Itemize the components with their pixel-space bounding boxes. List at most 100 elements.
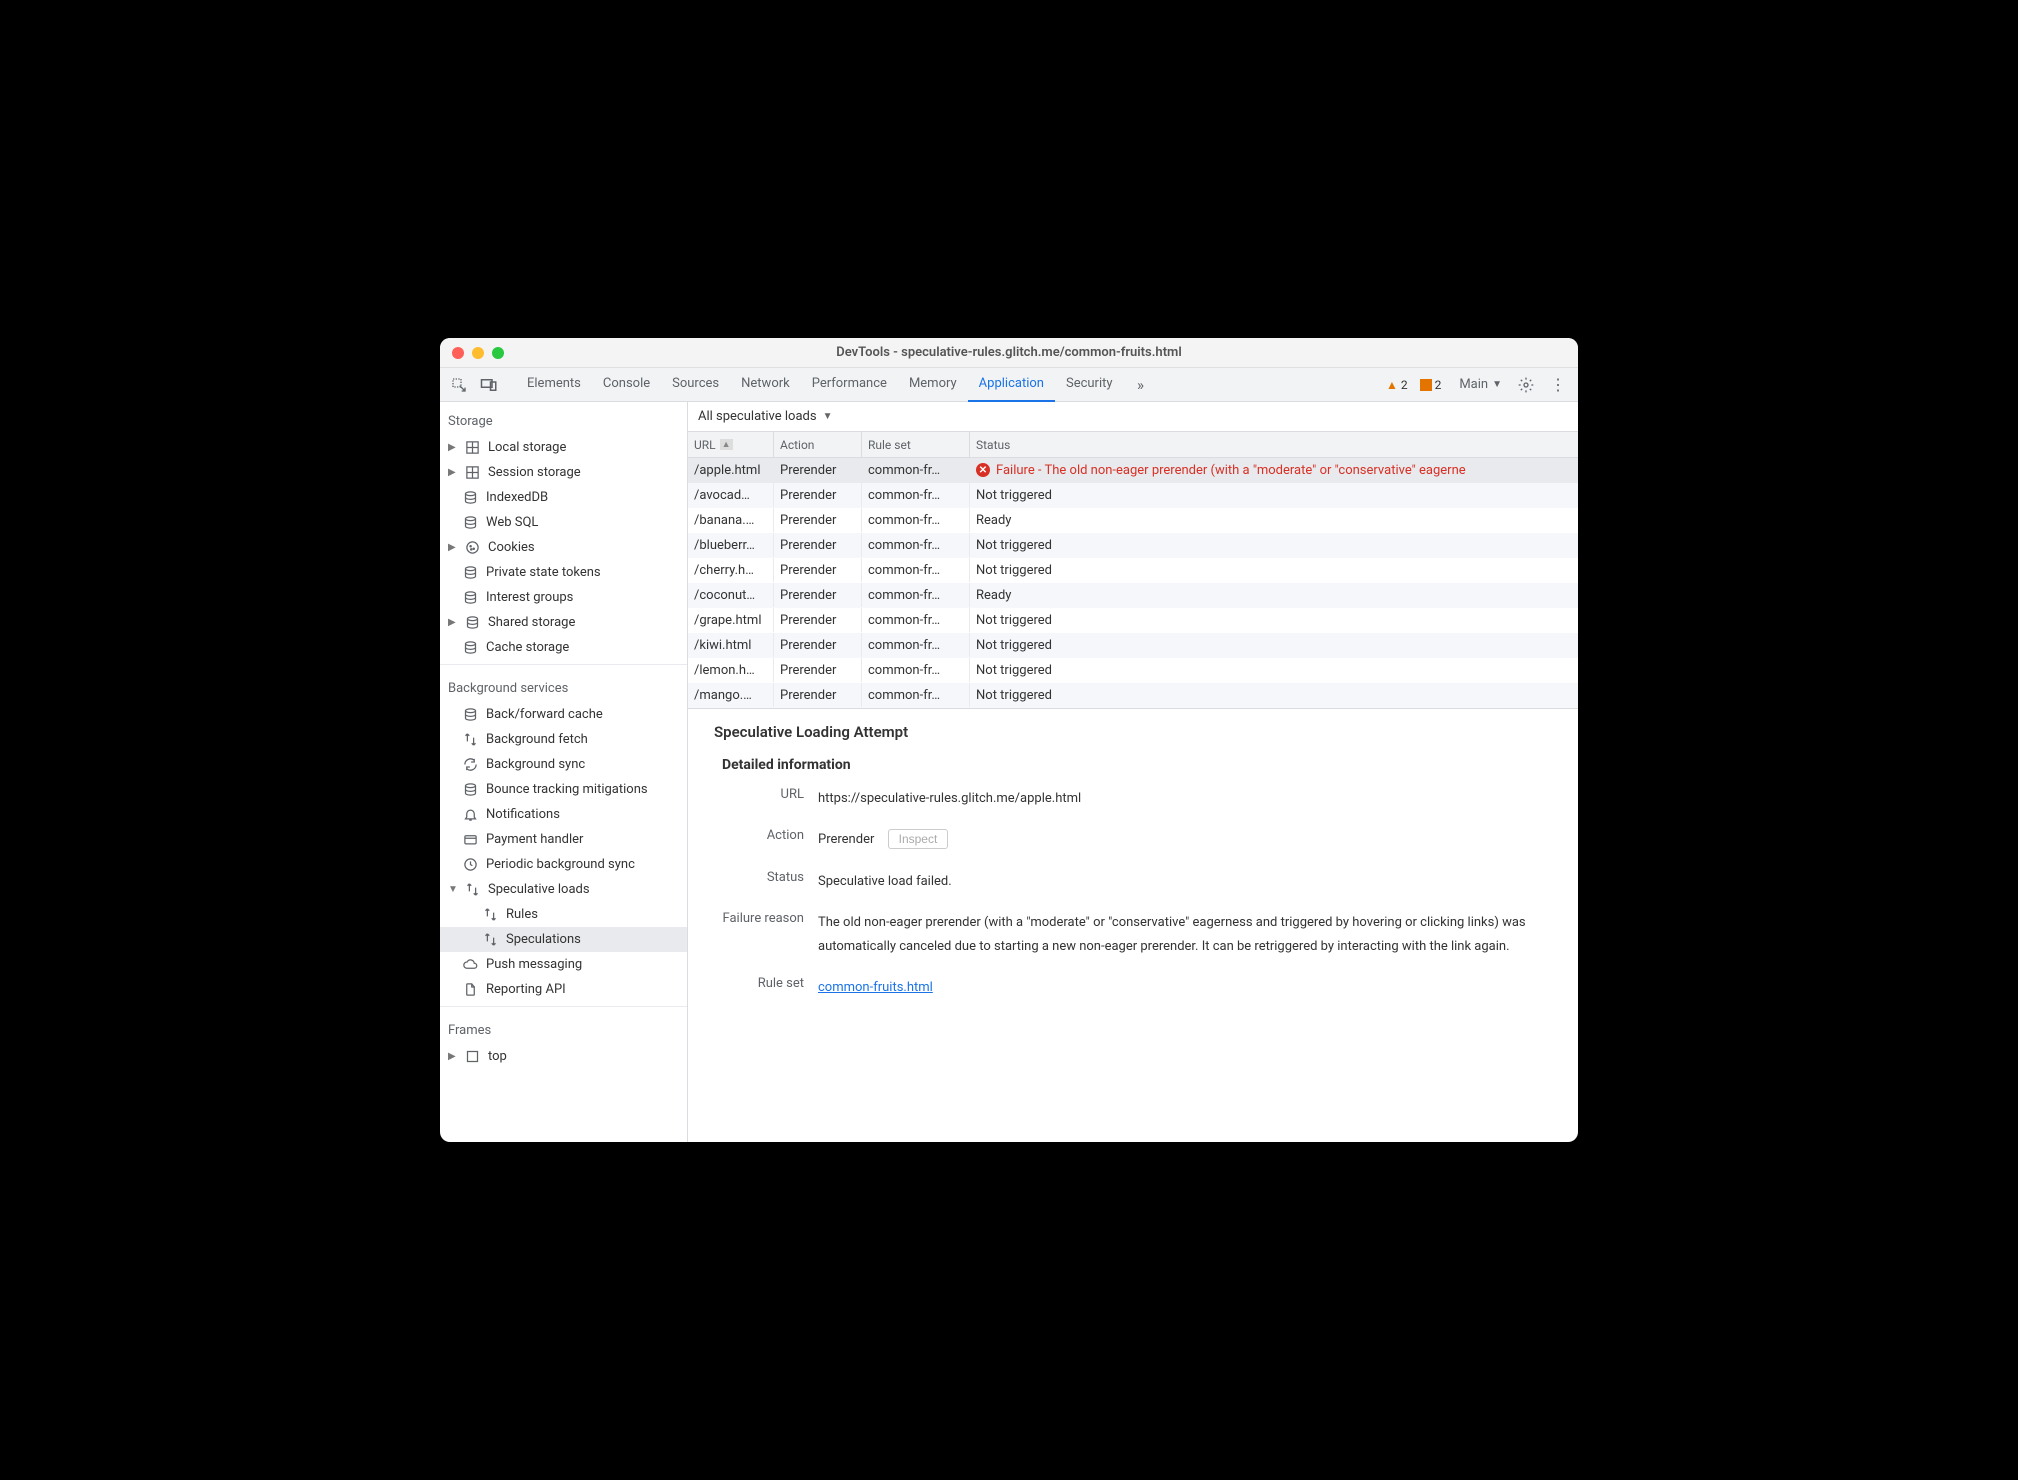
sidebar-item-reporting-api[interactable]: Reporting API — [440, 977, 687, 1002]
sidebar-item-cache-storage[interactable]: Cache storage — [440, 635, 687, 660]
info-badge[interactable]: 2 — [1420, 378, 1442, 392]
tab-memory[interactable]: Memory — [898, 368, 968, 402]
sidebar-item-private-state-tokens[interactable]: Private state tokens — [440, 560, 687, 585]
sidebar-item-speculations[interactable]: Speculations — [440, 927, 687, 952]
detail-action-value: Prerender Inspect — [818, 828, 1560, 851]
sidebar-item-session-storage[interactable]: ▶Session storage — [440, 460, 687, 485]
window-title: DevTools - speculative-rules.glitch.me/c… — [452, 345, 1566, 360]
info-icon — [1420, 379, 1432, 391]
table-row[interactable]: /cherry.h…Prerendercommon-fr…Not trigger… — [688, 558, 1578, 583]
status-text: Failure - The old non-eager prerender (w… — [996, 463, 1466, 478]
frame-icon — [464, 1049, 480, 1064]
column-url[interactable]: URL ▲ — [688, 432, 774, 457]
sidebar-item-rules[interactable]: Rules — [440, 902, 687, 927]
table-row[interactable]: /coconut…Prerendercommon-fr…Ready — [688, 583, 1578, 608]
sidebar-item-label: Private state tokens — [486, 565, 601, 580]
table-row[interactable]: /blueberr…Prerendercommon-fr…Not trigger… — [688, 533, 1578, 558]
tab-sources[interactable]: Sources — [661, 368, 730, 402]
sidebar-item-top[interactable]: ▶top — [440, 1044, 687, 1069]
sidebar-item-label: Session storage — [488, 465, 581, 480]
details-panel: Speculative Loading Attempt Detailed inf… — [688, 708, 1578, 1142]
cell-action: Prerender — [780, 563, 836, 578]
cell-ruleset: common-fr… — [868, 488, 940, 503]
sidebar-item-bounce-tracking-mitigations[interactable]: Bounce tracking mitigations — [440, 777, 687, 802]
cell-ruleset: common-fr… — [868, 588, 940, 603]
column-status[interactable]: Status — [970, 432, 1578, 457]
more-options-icon[interactable]: ⋮ — [1544, 375, 1572, 394]
tab-console[interactable]: Console — [592, 368, 661, 402]
db-icon — [462, 515, 478, 530]
sidebar-item-notifications[interactable]: Notifications — [440, 802, 687, 827]
cell-action: Prerender — [780, 613, 836, 628]
settings-icon[interactable] — [1512, 377, 1540, 393]
sidebar-item-label: Rules — [506, 907, 538, 922]
cell-url: /grape.html — [694, 613, 761, 628]
target-selector[interactable]: Main ▼ — [1453, 377, 1508, 392]
card-icon — [462, 832, 478, 847]
chevron-down-icon: ▼ — [823, 411, 833, 422]
sidebar-item-web-sql[interactable]: Web SQL — [440, 510, 687, 535]
close-window-button[interactable] — [452, 347, 464, 359]
tab-elements[interactable]: Elements — [516, 368, 592, 402]
sidebar-item-background-sync[interactable]: Background sync — [440, 752, 687, 777]
status-text: Ready — [976, 513, 1011, 528]
traffic-lights — [452, 347, 504, 359]
cell-ruleset: common-fr… — [868, 638, 940, 653]
sidebar-item-local-storage[interactable]: ▶Local storage — [440, 435, 687, 460]
window-titlebar: DevTools - speculative-rules.glitch.me/c… — [440, 338, 1578, 368]
sidebar-item-label: Speculative loads — [488, 882, 590, 897]
sidebar-item-label: Local storage — [488, 440, 566, 455]
warnings-badge[interactable]: ▲ 2 — [1386, 378, 1408, 392]
column-action[interactable]: Action — [774, 432, 862, 457]
maximize-window-button[interactable] — [492, 347, 504, 359]
sidebar-item-periodic-background-sync[interactable]: Periodic background sync — [440, 852, 687, 877]
cell-url: /mango.… — [694, 688, 752, 703]
sidebar-item-speculative-loads[interactable]: ▼ Speculative loads — [440, 877, 687, 902]
error-icon: ✕ — [976, 463, 990, 477]
cell-url: /blueberr… — [694, 538, 755, 553]
table-row[interactable]: /lemon.h…Prerendercommon-fr…Not triggere… — [688, 658, 1578, 683]
table-row[interactable]: /mango.…Prerendercommon-fr…Not triggered — [688, 683, 1578, 708]
ruleset-link[interactable]: common-fruits.html — [818, 980, 933, 995]
detail-status-label: Status — [714, 870, 818, 885]
tab-security[interactable]: Security — [1055, 368, 1124, 402]
sidebar-item-back-forward-cache[interactable]: Back/forward cache — [440, 702, 687, 727]
sidebar-item-label: Periodic background sync — [486, 857, 635, 872]
sidebar-item-interest-groups[interactable]: Interest groups — [440, 585, 687, 610]
details-section-title: Detailed information — [722, 757, 1560, 773]
sidebar-item-shared-storage[interactable]: ▶Shared storage — [440, 610, 687, 635]
sidebar-item-label: Bounce tracking mitigations — [486, 782, 648, 797]
expand-arrow-icon: ▼ — [448, 884, 456, 895]
tab-network[interactable]: Network — [730, 368, 801, 402]
sidebar-item-label: Web SQL — [486, 515, 538, 530]
table-row[interactable]: /kiwi.htmlPrerendercommon-fr…Not trigger… — [688, 633, 1578, 658]
db-icon — [462, 590, 478, 605]
tab-application[interactable]: Application — [968, 368, 1055, 402]
column-ruleset[interactable]: Rule set — [862, 432, 970, 457]
tab-performance[interactable]: Performance — [801, 368, 898, 402]
sidebar-item-label: Payment handler — [486, 832, 583, 847]
warning-icon: ▲ — [1386, 378, 1398, 392]
details-heading: Speculative Loading Attempt — [714, 723, 1560, 741]
more-tabs-icon[interactable]: » — [1128, 372, 1154, 398]
sync-icon — [462, 757, 478, 772]
updown-icon — [482, 907, 498, 922]
sidebar-item-indexeddb[interactable]: IndexedDB — [440, 485, 687, 510]
detail-status-value: Speculative load failed. — [818, 870, 1560, 893]
table-row[interactable]: /banana.…Prerendercommon-fr…Ready — [688, 508, 1578, 533]
cell-ruleset: common-fr… — [868, 688, 940, 703]
sidebar-item-push-messaging[interactable]: Push messaging — [440, 952, 687, 977]
table-row[interactable]: /avocad…Prerendercommon-fr…Not triggered — [688, 483, 1578, 508]
table-row[interactable]: /grape.htmlPrerendercommon-fr…Not trigge… — [688, 608, 1578, 633]
status-text: Not triggered — [976, 538, 1052, 553]
device-toggle-icon[interactable] — [476, 372, 502, 398]
minimize-window-button[interactable] — [472, 347, 484, 359]
sidebar-item-background-fetch[interactable]: Background fetch — [440, 727, 687, 752]
sidebar-item-payment-handler[interactable]: Payment handler — [440, 827, 687, 852]
table-row[interactable]: /apple.htmlPrerendercommon-fr…✕Failure -… — [688, 458, 1578, 483]
inspect-element-icon[interactable] — [446, 372, 472, 398]
table-header: URL ▲ Action Rule set Status — [688, 432, 1578, 458]
speculations-filter[interactable]: All speculative loads ▼ — [688, 402, 1578, 432]
inspect-button[interactable]: Inspect — [888, 829, 949, 849]
sidebar-item-cookies[interactable]: ▶Cookies — [440, 535, 687, 560]
